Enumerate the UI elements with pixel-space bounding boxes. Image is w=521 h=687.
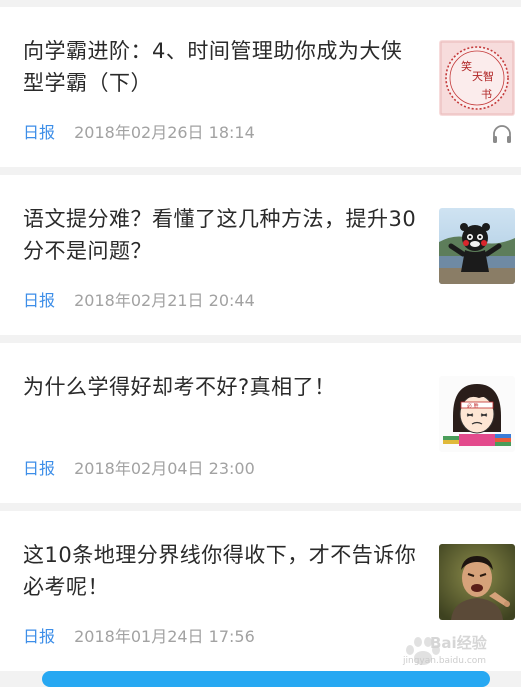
svg-text:必 胜: 必 胜 xyxy=(467,403,479,410)
article-tag[interactable]: 日报 xyxy=(23,291,55,310)
article-meta: 日报 2018年02月26日 18:14 xyxy=(23,122,255,144)
article-card-1[interactable]: 向学霸进阶：4、时间管理助你成为大侠型学霸（下） 日报 2018年02月26日 … xyxy=(0,7,521,167)
headphones-icon[interactable] xyxy=(491,124,513,144)
article-title[interactable]: 这10条地理分界线你得收下，才不告诉你必考呢！ xyxy=(23,539,423,603)
article-meta: 日报 2018年02月04日 23:00 xyxy=(23,458,255,480)
article-date: 2018年02月21日 20:44 xyxy=(74,291,255,310)
top-gap xyxy=(0,0,521,7)
seal-char-2: 天 xyxy=(472,70,483,83)
article-title[interactable]: 向学霸进阶：4、时间管理助你成为大侠型学霸（下） xyxy=(23,35,423,99)
article-tag[interactable]: 日报 xyxy=(23,123,55,142)
article-meta: 日报 2018年01月24日 17:56 xyxy=(23,626,255,648)
article-card-3[interactable]: 为什么学得好却考不好?真相了！ 日报 2018年02月04日 23:00 必 胜 xyxy=(0,343,521,503)
pointing-man-photo[interactable] xyxy=(439,544,515,620)
watermark-text: Bai经验 xyxy=(430,634,487,652)
kumamon-photo[interactable] xyxy=(439,208,515,284)
article-title[interactable]: 语文提分难？看懂了这几种方法，提升30分不是问题？ xyxy=(23,203,423,267)
cartoon-student-icon[interactable]: 必 胜 xyxy=(439,376,515,452)
bottom-audio-bar[interactable] xyxy=(42,671,490,687)
article-date: 2018年02月26日 18:14 xyxy=(74,123,255,142)
article-tag[interactable]: 日报 xyxy=(23,627,55,646)
article-meta: 日报 2018年02月21日 20:44 xyxy=(23,290,255,312)
seal-char-1: 笑 xyxy=(461,59,472,73)
article-title[interactable]: 为什么学得好却考不好?真相了！ xyxy=(23,371,423,403)
article-date: 2018年01月24日 17:56 xyxy=(74,627,255,646)
article-card-2[interactable]: 语文提分难？看懂了这几种方法，提升30分不是问题？ 日报 2018年02月21日… xyxy=(0,175,521,335)
article-tag[interactable]: 日报 xyxy=(23,459,55,478)
watermark-subtext: jingyan.baidu.com xyxy=(403,656,487,666)
seal-char-4: 书 xyxy=(481,88,492,101)
article-date: 2018年02月04日 23:00 xyxy=(74,459,255,478)
seal-char-3: 智 xyxy=(483,69,494,83)
seal-icon[interactable]: 笑 天 智 书 xyxy=(439,40,515,116)
